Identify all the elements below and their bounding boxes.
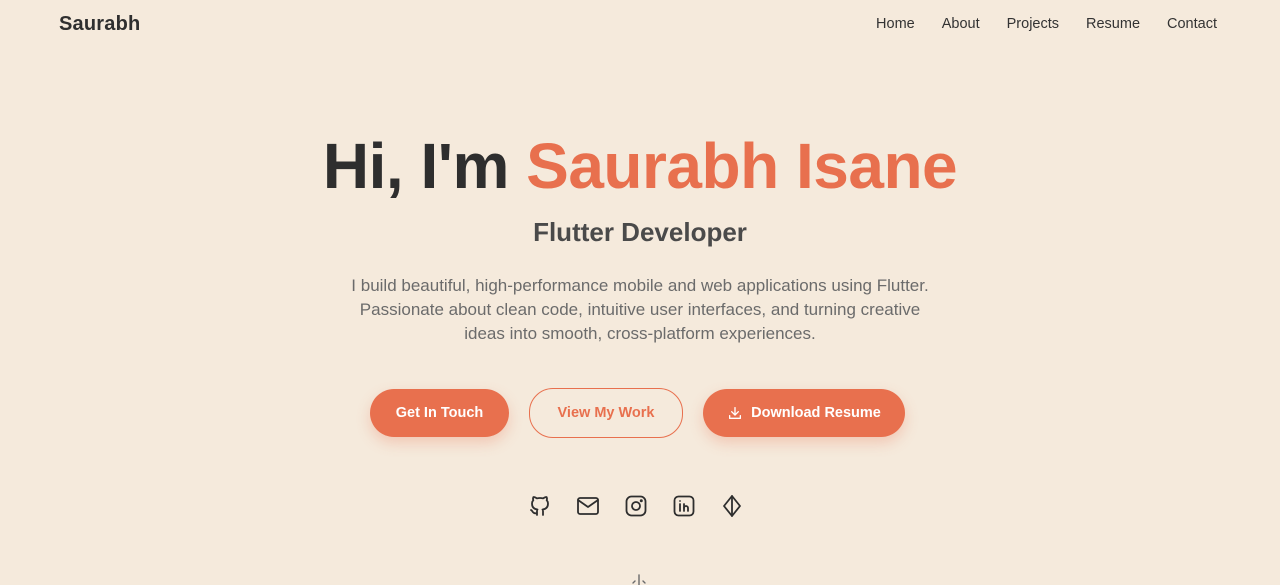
hero-greeting: Hi, I'm [322, 130, 527, 202]
navbar: Saurabh Home About Projects Resume Conta… [0, 0, 1280, 50]
social-links [528, 492, 744, 520]
nav-links: Home About Projects Resume Contact [876, 16, 1217, 32]
get-in-touch-label: Get In Touch [395, 405, 484, 421]
hero-role: Flutter Developer [533, 217, 747, 247]
portfolio-icon [723, 495, 741, 517]
nav-link-contact[interactable]: Contact [1167, 16, 1217, 32]
scroll-down-icon[interactable] [631, 574, 647, 585]
linkedin-icon [673, 495, 695, 517]
instagram-icon [625, 495, 647, 517]
nav-link-projects[interactable]: Projects [1007, 16, 1059, 32]
hero-description: I build beautiful, high-performance mobi… [351, 276, 929, 343]
mail-icon [577, 497, 599, 515]
download-icon [729, 407, 742, 419]
brand-logo[interactable]: Saurabh [59, 13, 140, 36]
nav-link-home[interactable]: Home [876, 16, 915, 32]
view-my-work-button[interactable]: View My Work [529, 388, 683, 438]
download-resume-button[interactable]: Download Resume [703, 389, 905, 437]
github-icon [530, 496, 549, 516]
hero-title: Hi, I'm Saurabh Isane [0, 128, 1280, 204]
view-my-work-label: View My Work [557, 405, 655, 421]
get-in-touch-button[interactable]: Get In Touch [370, 389, 509, 437]
email-link[interactable] [576, 492, 600, 520]
nav-link-resume[interactable]: Resume [1086, 16, 1140, 32]
nav-link-about[interactable]: About [942, 16, 980, 32]
portfolio-page: Saurabh Home About Projects Resume Conta… [0, 0, 1280, 585]
portfolio-link[interactable] [720, 492, 744, 520]
download-resume-label: Download Resume [751, 405, 881, 421]
github-link[interactable] [528, 492, 552, 520]
hero-name: Saurabh Isane [526, 130, 958, 202]
linkedin-link[interactable] [672, 492, 696, 520]
instagram-link[interactable] [624, 492, 648, 520]
